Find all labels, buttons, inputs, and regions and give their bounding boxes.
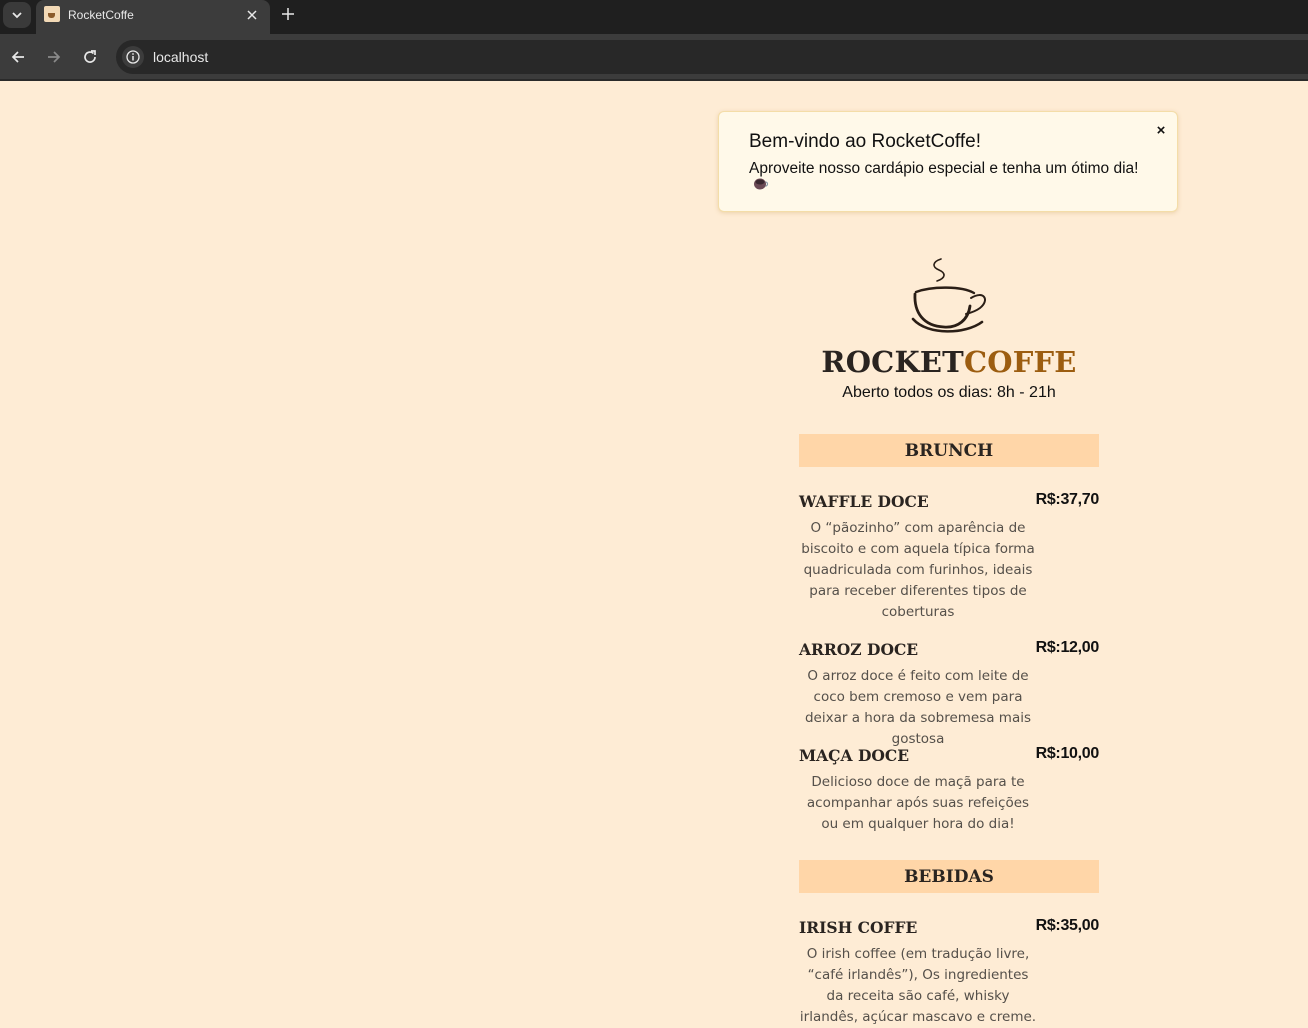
brand-primary: ROCKET [821,345,964,379]
reload-button[interactable] [78,45,102,69]
menu-item-description: O arroz doce é feito com leite de coco b… [804,668,1032,747]
opening-hours: Aberto todos os dias: 8h - 21h [842,384,1056,401]
toolbar-divider [0,79,1308,81]
toast-title: Bem-vindo ao RocketCoffe! [749,131,981,152]
toast-message-text: Aproveite nosso cardápio especial e tenh… [749,160,1139,177]
brand-title: ROCKETCOFFE [799,345,1099,379]
favicon-icon [44,6,60,22]
toast-close-button[interactable]: × [1154,122,1168,139]
url-text: localhost [153,49,209,65]
browser-tab[interactable]: RocketCoffe [36,0,270,34]
arrow-left-icon [11,51,24,63]
tab-title: RocketCoffe [68,8,134,22]
menu-item-name: WAFFLE DOCE [799,492,929,511]
menu-item-description: Delicioso doce de maçã para te acompanha… [806,774,1030,832]
menu-item-price: R$:35,00 [1035,917,1100,934]
toast-message: Aproveite nosso cardápio especial e tenh… [749,161,1149,195]
forward-button[interactable] [42,45,66,69]
menu-item-price: R$:12,00 [1035,639,1100,656]
browser-toolbar: localhost [0,34,1308,81]
arrow-right-icon [48,51,61,63]
coffee-cup-icon [911,258,986,333]
tab-search-button[interactable] [3,2,31,28]
section-header-brunch: BRUNCH [799,434,1099,467]
brand-accent: COFFE [963,345,1077,379]
menu-item-description: O “pãozinho” com aparência de biscoito e… [801,520,1035,620]
menu-item-name: IRISH COFFE [799,918,918,937]
back-button[interactable] [6,45,30,69]
section-header-bebidas: BEBIDAS [799,860,1099,893]
plus-icon [282,8,294,20]
menu-item-description: O irish coffee (em tradução livre, “café… [799,946,1037,1025]
info-icon [126,50,140,64]
close-icon [247,10,257,20]
browser-tab-bar: RocketCoffe [0,0,1308,34]
menu-item-price: R$:37,70 [1035,491,1100,508]
address-bar[interactable]: localhost [116,40,1308,74]
coffee-emoji-icon [753,177,769,195]
menu-item-price: R$:10,00 [1035,745,1100,762]
site-info-button[interactable] [122,46,144,68]
tab-close-button[interactable] [244,7,260,23]
menu-item-name: ARROZ DOCE [799,640,919,659]
chevron-down-icon [12,12,22,19]
new-tab-button[interactable] [278,4,298,24]
menu-item-name: MAÇA DOCE [799,746,910,765]
welcome-toast: Bem-vindo ao RocketCoffe! Aproveite noss… [718,111,1178,212]
reload-icon [84,50,96,63]
